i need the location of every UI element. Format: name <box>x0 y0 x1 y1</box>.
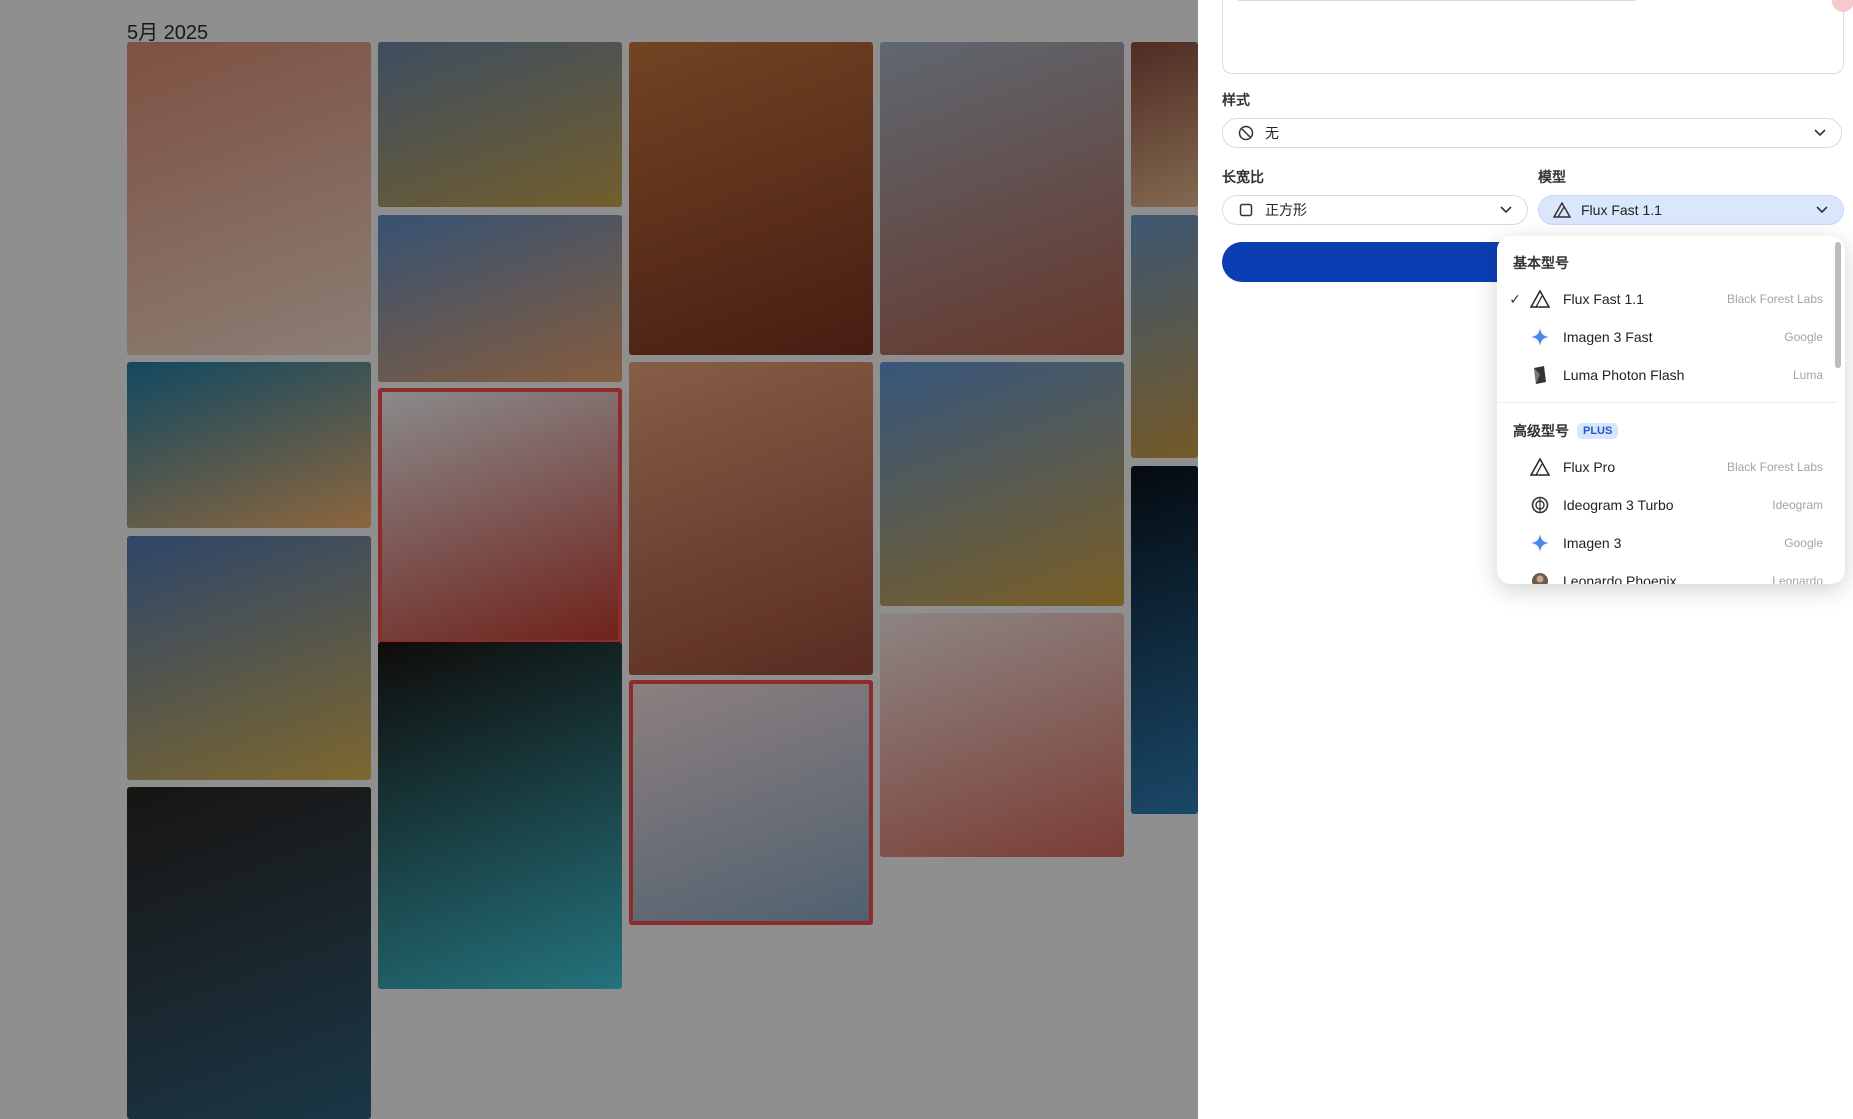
model-option-name: Flux Fast 1.1 <box>1563 291 1644 307</box>
gallery-image[interactable] <box>880 42 1124 355</box>
model-label: 模型 <box>1538 169 1566 185</box>
model-dropdown-menu: 基本型号 ✓ Flux Fast 1.1 Black Forest Labs I… <box>1497 236 1845 584</box>
model-option-provider: Google <box>1784 536 1823 550</box>
model-option-provider: Black Forest Labs <box>1726 292 1823 306</box>
gallery-image[interactable] <box>378 42 622 207</box>
flux-icon <box>1553 202 1571 218</box>
gallery-image[interactable] <box>880 362 1124 606</box>
chevron-down-icon <box>1813 125 1827 142</box>
gallery-image[interactable] <box>1131 215 1198 458</box>
model-option-provider: Leonardo <box>1772 574 1823 584</box>
prompt-textarea[interactable] <box>1222 0 1844 74</box>
model-option-name: Flux Pro <box>1563 459 1616 475</box>
model-option-provider: Google <box>1784 330 1823 344</box>
advanced-models-heading: 高级型号 PLUS <box>1513 421 1619 441</box>
dropdown-divider <box>1497 402 1837 403</box>
square-icon <box>1237 203 1255 217</box>
model-option-imagen-3-fast[interactable]: Imagen 3 Fast Google <box>1497 318 1837 356</box>
model-option-ideogram-3-turbo[interactable]: Ideogram 3 Turbo Ideogram <box>1497 486 1837 524</box>
style-label: 样式 <box>1222 92 1250 108</box>
chevron-down-icon <box>1499 202 1513 219</box>
model-option-name: Ideogram 3 Turbo <box>1563 497 1674 513</box>
model-option-provider: Black Forest Labs <box>1726 460 1823 474</box>
gallery-image[interactable] <box>1131 466 1198 814</box>
gallery-image[interactable] <box>629 680 873 925</box>
model-value: Flux Fast 1.1 <box>1581 202 1662 218</box>
gallery-image[interactable] <box>127 536 371 780</box>
model-option-flux-pro[interactable]: Flux Pro Black Forest Labs <box>1497 448 1837 486</box>
chevron-down-icon <box>1815 202 1829 219</box>
gallery-image[interactable] <box>127 42 371 355</box>
gallery-image[interactable] <box>629 362 873 675</box>
gallery-image[interactable] <box>629 42 873 355</box>
basic-models-heading-text: 基本型号 <box>1513 255 1569 271</box>
image-gallery: 5月 2025 <box>0 0 1198 1119</box>
basic-models-heading: 基本型号 <box>1513 253 1569 273</box>
model-option-name: Imagen 3 Fast <box>1563 329 1653 345</box>
model-option-name: Luma Photon Flash <box>1563 367 1685 383</box>
advanced-models-heading-text: 高级型号 <box>1513 423 1569 439</box>
check-icon: ✓ <box>1509 290 1521 307</box>
luma-icon <box>1527 365 1553 385</box>
model-option-name: Imagen 3 <box>1563 535 1622 551</box>
imagen-sparkle-icon <box>1527 327 1553 347</box>
model-option-name: Leonardo Phoenix <box>1563 573 1677 584</box>
model-option-provider: Ideogram <box>1772 498 1823 512</box>
no-style-icon <box>1237 125 1255 141</box>
model-option-leonardo-phoenix[interactable]: Leonardo Phoenix Leonardo <box>1497 562 1837 584</box>
gallery-image[interactable] <box>127 362 371 528</box>
gallery-image[interactable] <box>378 642 622 989</box>
gallery-image[interactable] <box>378 215 622 382</box>
gallery-image[interactable] <box>1131 42 1198 207</box>
ideogram-icon <box>1527 495 1553 515</box>
model-option-flux-fast[interactable]: ✓ Flux Fast 1.1 Black Forest Labs <box>1497 280 1837 318</box>
flux-icon <box>1527 290 1553 308</box>
gallery-image[interactable] <box>880 613 1124 857</box>
month-label: 5月 2025 <box>127 22 209 44</box>
aspect-ratio-value: 正方形 <box>1265 202 1307 218</box>
style-value: 无 <box>1265 125 1279 141</box>
model-select[interactable]: Flux Fast 1.1 <box>1538 195 1844 225</box>
style-select[interactable]: 无 <box>1222 118 1842 148</box>
prompt-text-fragment <box>1237 0 1637 1</box>
aspect-ratio-label: 长宽比 <box>1222 169 1264 185</box>
model-option-provider: Luma <box>1792 368 1823 382</box>
gallery-image[interactable] <box>378 388 622 644</box>
leonardo-icon <box>1527 571 1553 584</box>
model-option-imagen-3[interactable]: Imagen 3 Google <box>1497 524 1837 562</box>
imagen-sparkle-icon <box>1527 533 1553 553</box>
flux-icon <box>1527 458 1553 476</box>
model-option-luma-photon-flash[interactable]: Luma Photon Flash Luma <box>1497 356 1837 394</box>
plus-badge: PLUS <box>1577 423 1619 439</box>
gallery-image[interactable] <box>127 787 371 1119</box>
aspect-ratio-select[interactable]: 正方形 <box>1222 195 1528 225</box>
